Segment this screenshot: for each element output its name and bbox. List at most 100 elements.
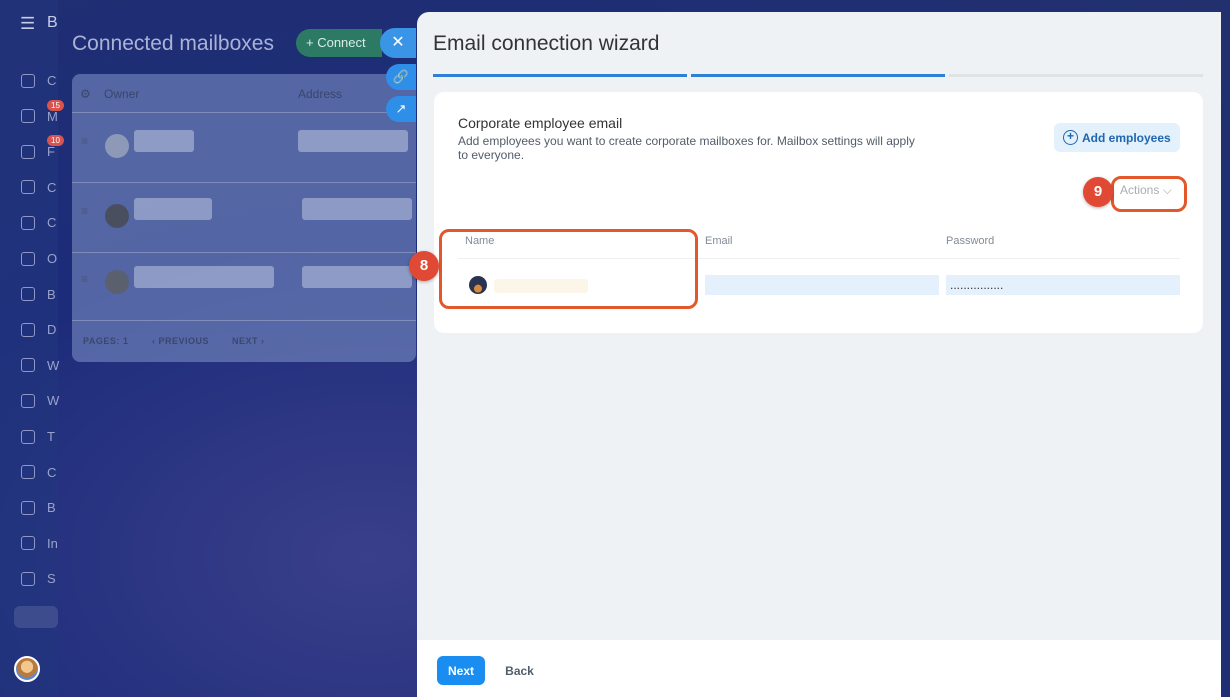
- sidebar-item-icon: [21, 429, 35, 444]
- add-employees-label: Add employees: [1082, 130, 1171, 145]
- sidebar-item-icon: [21, 322, 35, 337]
- notification-badge: 10: [47, 135, 64, 147]
- copy-link-button[interactable]: 🔗: [386, 64, 416, 90]
- mailbox-address: [302, 266, 412, 288]
- sidebar-item-label: O: [47, 251, 58, 266]
- sidebar-item[interactable]: In: [21, 535, 58, 557]
- avatar: [105, 270, 129, 294]
- sidebar-item-icon: [21, 215, 35, 230]
- column-address[interactable]: Address: [298, 87, 342, 101]
- sidebar-item[interactable]: O: [21, 250, 57, 272]
- email-field[interactable]: [705, 275, 939, 295]
- column-owner[interactable]: Owner: [104, 87, 139, 101]
- sidebar-item-icon: [21, 180, 35, 195]
- sidebar-item-icon: [21, 109, 35, 124]
- page-title: Connected mailboxes: [72, 32, 274, 55]
- sidebar-item[interactable]: C: [21, 72, 57, 94]
- divider: [72, 112, 416, 113]
- column-password: Password: [946, 235, 995, 247]
- brand-label: B: [47, 14, 58, 31]
- previous-link[interactable]: ‹ PREVIOUS: [152, 336, 209, 346]
- sidebar-item-label: S: [47, 571, 56, 587]
- back-button[interactable]: Back: [497, 656, 542, 685]
- pages-label: PAGES:: [83, 336, 120, 346]
- sidebar-item[interactable]: W: [21, 392, 60, 414]
- sidebar-item-label: W: [47, 393, 60, 409]
- sidebar-item-icon: [21, 251, 35, 266]
- sidebar-item-icon: [21, 500, 35, 515]
- next-link[interactable]: NEXT ›: [232, 336, 265, 346]
- password-field[interactable]: [946, 275, 1180, 295]
- sidebar-item-icon: [21, 358, 35, 373]
- sidebar-item[interactable]: S: [21, 570, 57, 592]
- email-connection-wizard: Email connection wizard Corporate employ…: [409, 12, 1221, 697]
- sidebar-item-label: T: [47, 429, 55, 444]
- sidebar-item-label: D: [47, 322, 57, 338]
- section-title: Corporate employee email: [458, 115, 623, 131]
- divider: [72, 252, 416, 253]
- next-label: NEXT: [232, 336, 259, 346]
- settings-icon[interactable]: ⚙: [80, 87, 91, 101]
- sidebar-item-icon: [21, 287, 35, 302]
- sidebar-item-icon: [21, 393, 35, 408]
- sidebar-item[interactable]: B: [21, 286, 57, 308]
- sidebar-item-label: In: [47, 535, 58, 551]
- plus-circle-icon: +: [1063, 130, 1078, 145]
- owner-name: [134, 130, 194, 152]
- sidebar-item-icon: [21, 465, 35, 480]
- sidebar-item-icon: [21, 571, 35, 586]
- wizard-footer: Next Back: [417, 640, 1221, 697]
- sidebar-selected-item[interactable]: [14, 606, 58, 628]
- close-slider-button[interactable]: ✕: [380, 28, 416, 58]
- wizard-step-1: [433, 74, 687, 77]
- sidebar-item-icon: [21, 144, 35, 159]
- actions-highlight: [1111, 176, 1187, 212]
- sidebar-item[interactable]: T: [21, 428, 57, 450]
- sidebar-item-label: B: [47, 500, 56, 516]
- drag-handle-icon[interactable]: ≡: [81, 272, 88, 286]
- menu-icon[interactable]: ☰: [20, 14, 35, 34]
- annotation-marker-8: 8: [409, 251, 439, 281]
- wizard-step-2: [691, 74, 945, 77]
- sidebar-item-label: C: [47, 215, 57, 231]
- user-avatar[interactable]: [14, 656, 40, 682]
- sidebar-item-icon: [21, 73, 35, 88]
- add-employees-button[interactable]: + Add employees: [1054, 123, 1180, 152]
- sidebar-item[interactable]: W: [21, 357, 59, 379]
- sidebar-item[interactable]: M 15: [21, 99, 64, 130]
- sidebar-item-label: B: [47, 286, 56, 302]
- current-page[interactable]: 1: [123, 336, 129, 346]
- wizard-step-3: [949, 74, 1203, 77]
- divider: [72, 320, 416, 321]
- divider: [72, 182, 416, 183]
- wizard-title: Email connection wizard: [433, 32, 660, 55]
- sidebar-item[interactable]: F 10: [21, 135, 64, 165]
- sidebar-item[interactable]: B: [21, 499, 57, 521]
- column-email: Email: [705, 235, 733, 247]
- sidebar-item-label: F: [47, 144, 55, 160]
- sidebar-item[interactable]: C: [21, 214, 57, 236]
- previous-label: PREVIOUS: [158, 336, 210, 346]
- avatar: [105, 134, 129, 158]
- sidebar-item-label: C: [47, 179, 57, 195]
- open-in-new-window-button[interactable]: ↗: [386, 96, 416, 122]
- mailbox-address: [302, 198, 412, 220]
- sidebar-item-label: M: [47, 108, 58, 124]
- mailbox-address: [298, 130, 408, 152]
- name-highlight: [439, 229, 698, 309]
- sidebar-item[interactable]: C: [21, 179, 57, 201]
- drag-handle-icon[interactable]: ≡: [81, 134, 88, 148]
- sidebar-item-label: C: [47, 464, 57, 480]
- section-description: Add employees you want to create corpora…: [458, 134, 915, 162]
- annotation-marker-9: 9: [1083, 177, 1113, 207]
- left-sidebar: ☰ B C M 15 F 10 C C O B D W W T C B In S: [0, 0, 64, 697]
- sidebar-item[interactable]: D: [21, 321, 57, 343]
- next-button[interactable]: Next: [437, 656, 485, 685]
- sidebar-item[interactable]: C: [21, 464, 57, 486]
- sidebar-item-label: C: [47, 73, 57, 88]
- drag-handle-icon[interactable]: ≡: [81, 204, 88, 218]
- owner-name: [134, 266, 274, 288]
- mailboxes-table: ⚙ Owner Address ≡ ≡ ≡ PAGES: 1 ‹ PREVIOU…: [72, 74, 416, 362]
- connect-button[interactable]: + Connect: [296, 29, 382, 57]
- sidebar-item-icon: [21, 536, 35, 551]
